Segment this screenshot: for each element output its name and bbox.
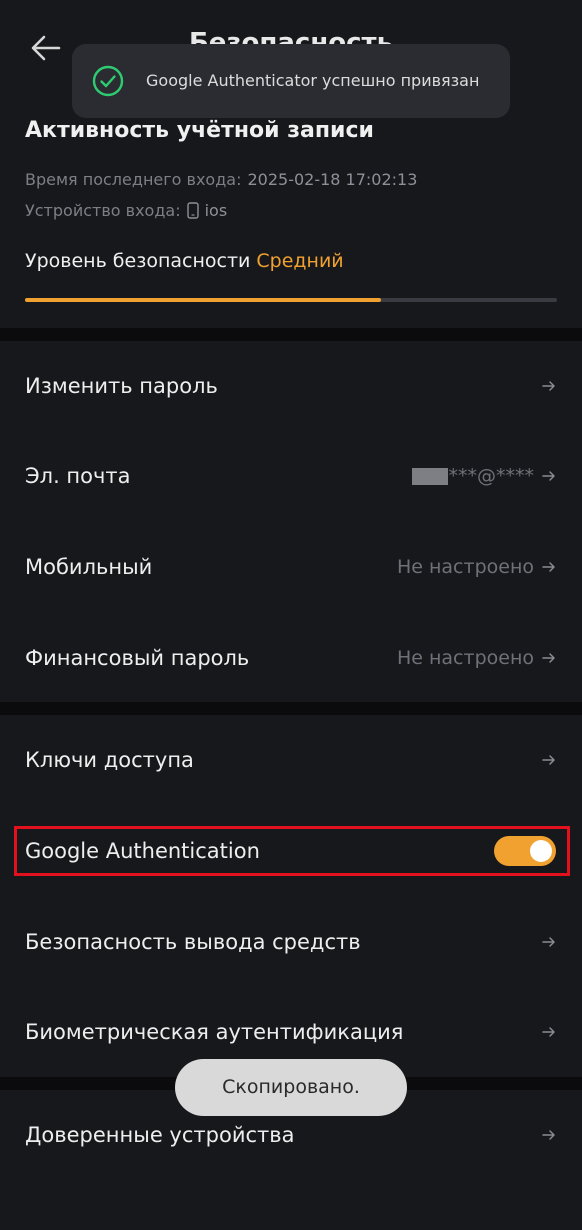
security-screen: Безопасность Активность учётной записи В… bbox=[0, 0, 582, 1230]
arrow-right-icon bbox=[542, 381, 555, 391]
last-login-row: Время последнего входа: 2025-02-18 17:02… bbox=[25, 170, 417, 189]
email-row[interactable]: Эл. почта ***@**** bbox=[0, 431, 582, 521]
success-toast-text: Google Authenticator успешно привязан bbox=[146, 71, 480, 90]
change-password-label: Изменить пароль bbox=[25, 374, 218, 398]
security-level-label: Уровень безопасности bbox=[25, 250, 251, 272]
last-login-label: Время последнего входа: bbox=[25, 170, 242, 189]
mobile-label: Мобильный bbox=[25, 555, 153, 579]
security-level-bar bbox=[25, 298, 557, 302]
withdrawal-security-row[interactable]: Безопасность вывода средств bbox=[0, 897, 582, 987]
arrow-right-icon bbox=[542, 1027, 555, 1037]
google-authentication-row: Google Authentication bbox=[0, 806, 582, 896]
copied-toast: Скопировано. bbox=[175, 1059, 407, 1116]
last-login-value: 2025-02-18 17:02:13 bbox=[247, 170, 418, 189]
mobile-value: Не настроено bbox=[396, 556, 534, 578]
email-label: Эл. почта bbox=[25, 464, 131, 488]
financial-password-value: Не настроено bbox=[396, 647, 534, 669]
arrow-right-icon bbox=[542, 653, 555, 663]
financial-password-row[interactable]: Финансовый пароль Не настроено bbox=[0, 613, 582, 703]
success-toast: Google Authenticator успешно привязан bbox=[72, 44, 510, 118]
withdrawal-security-label: Безопасность вывода средств bbox=[25, 930, 361, 954]
financial-password-label: Финансовый пароль bbox=[25, 646, 250, 670]
account-activity-section: Активность учётной записи Время последне… bbox=[0, 100, 582, 328]
login-device-row: Устройство входа: ios bbox=[25, 201, 227, 220]
toggle-knob bbox=[530, 840, 552, 862]
arrow-right-icon bbox=[542, 471, 555, 481]
authentication-group: Ключи доступа Google Authentication Безо… bbox=[0, 715, 582, 1077]
arrow-right-icon bbox=[542, 1130, 555, 1140]
mobile-row[interactable]: Мобильный Не настроено bbox=[0, 522, 582, 612]
login-device-value: ios bbox=[204, 201, 228, 220]
google-authentication-toggle[interactable] bbox=[494, 836, 556, 866]
login-device-label: Устройство входа: bbox=[25, 201, 181, 220]
check-circle-icon bbox=[92, 65, 124, 97]
passkeys-label: Ключи доступа bbox=[25, 748, 194, 772]
account-activity-title: Активность учётной записи bbox=[25, 118, 374, 143]
email-mask-block bbox=[411, 467, 448, 485]
passkeys-row[interactable]: Ключи доступа bbox=[0, 715, 582, 805]
google-authentication-label: Google Authentication bbox=[25, 839, 260, 863]
email-value: ***@**** bbox=[448, 465, 535, 487]
arrow-right-icon bbox=[542, 937, 555, 947]
change-password-row[interactable]: Изменить пароль bbox=[0, 341, 582, 431]
security-level: Уровень безопасности Средний bbox=[25, 250, 344, 272]
arrow-right-icon bbox=[542, 755, 555, 765]
phone-icon bbox=[186, 202, 199, 219]
security-level-bar-fill bbox=[25, 298, 382, 302]
credentials-group: Изменить пароль Эл. почта ***@**** Мобил… bbox=[0, 341, 582, 702]
arrow-right-icon bbox=[542, 562, 555, 572]
security-level-value: Средний bbox=[256, 250, 344, 272]
